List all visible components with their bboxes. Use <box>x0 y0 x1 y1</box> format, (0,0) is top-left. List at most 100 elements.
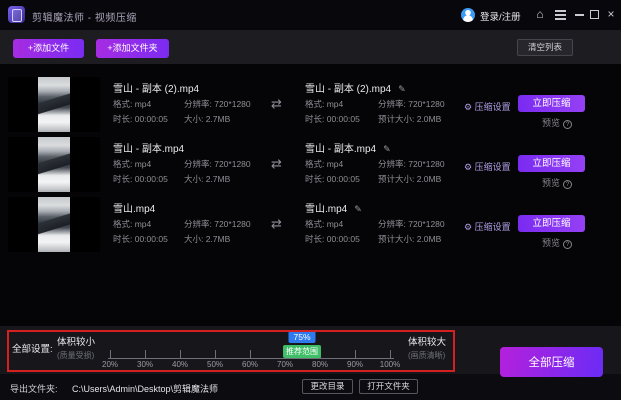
target-format: 格式: mp4 <box>305 158 343 170</box>
target-est-size: 预计大小: 2.0MB <box>378 113 441 125</box>
open-folder-button[interactable]: 打开文件夹 <box>359 379 418 394</box>
change-directory-button[interactable]: 更改目录 <box>302 379 353 394</box>
gear-icon: ⚙ <box>464 102 472 112</box>
target-duration: 时长: 00:00:05 <box>305 113 360 125</box>
recommended-range-badge[interactable]: 推荐范围 <box>283 345 321 358</box>
preview-link[interactable]: 预览? <box>542 236 572 249</box>
footer-bar: 导出文件夹: C:\Users\Admin\Desktop\剪辑魔法师 更改目录… <box>0 374 621 400</box>
target-resolution: 分辨率: 720*1280 <box>378 98 445 110</box>
swap-arrows-icon: ⇄ <box>271 156 282 172</box>
settings-label: 全部设置: <box>12 341 53 355</box>
tick-label: 60% <box>242 360 258 369</box>
add-folder-button[interactable]: +添加文件夹 <box>96 39 169 58</box>
preview-label: 预览 <box>542 238 560 248</box>
app-window: 剪辑魔法师 - 视频压缩 登录/注册 ⌂ × +添加文件 +添加文件夹 清空列表… <box>0 0 621 400</box>
target-duration: 时长: 00:00:05 <box>305 233 360 245</box>
tick-label: 70% <box>277 360 293 369</box>
source-size: 大小: 2.7MB <box>184 173 230 185</box>
slider-tick: 50% <box>215 350 216 358</box>
add-file-button[interactable]: +添加文件 <box>13 39 84 58</box>
preview-link[interactable]: 预览? <box>542 176 572 189</box>
video-thumbnail <box>8 77 100 132</box>
gear-icon: ⚙ <box>464 162 472 172</box>
target-filename-text: 雪山 - 副本.mp4 <box>305 144 376 155</box>
compress-now-button[interactable]: 立即压缩 <box>518 155 585 172</box>
compress-settings-link[interactable]: ⚙ 压缩设置 <box>464 220 511 233</box>
home-icon[interactable]: ⌂ <box>533 8 547 21</box>
source-resolution: 分辨率: 720*1280 <box>184 98 251 110</box>
toolbar: +添加文件 +添加文件夹 清空列表 <box>0 30 621 64</box>
tick-label: 50% <box>207 360 223 369</box>
source-format: 格式: mp4 <box>113 98 151 110</box>
source-duration: 时长: 00:00:05 <box>113 173 168 185</box>
target-format: 格式: mp4 <box>305 98 343 110</box>
target-est-size: 预计大小: 2.0MB <box>378 233 441 245</box>
file-row[interactable]: 雪山 - 副本.mp4 格式: mp4 分辨率: 720*1280 时长: 00… <box>0 135 621 195</box>
target-filename: 雪山 - 副本 (2).mp4 ✎ <box>305 80 406 95</box>
quality-loss-label: (质量受损) <box>57 350 95 361</box>
maximize-icon[interactable] <box>590 10 599 19</box>
source-resolution: 分辨率: 720*1280 <box>184 158 251 170</box>
app-logo-icon <box>8 6 25 23</box>
preview-link[interactable]: 预览? <box>542 116 572 129</box>
source-resolution: 分辨率: 720*1280 <box>184 218 251 230</box>
source-format: 格式: mp4 <box>113 158 151 170</box>
compress-settings-link[interactable]: ⚙ 压缩设置 <box>464 160 511 173</box>
slider-min-label: 体积较小 (质量受损) <box>57 334 95 361</box>
target-filename-text: 雪山 - 副本 (2).mp4 <box>305 84 391 95</box>
compress-now-button[interactable]: 立即压缩 <box>518 215 585 232</box>
edit-name-icon[interactable]: ✎ <box>383 144 391 154</box>
target-est-size: 预计大小: 2.0MB <box>378 173 441 185</box>
source-duration: 时长: 00:00:05 <box>113 233 168 245</box>
source-filename: 雪山.mp4 <box>113 200 155 215</box>
edit-name-icon[interactable]: ✎ <box>354 204 362 214</box>
tick-label: 90% <box>347 360 363 369</box>
menu-icon[interactable] <box>555 10 566 12</box>
compress-settings-label: 压缩设置 <box>475 102 511 112</box>
compress-all-button[interactable]: 全部压缩 <box>500 347 603 377</box>
login-register-link[interactable]: 登录/注册 <box>480 9 521 23</box>
source-duration: 时长: 00:00:05 <box>113 113 168 125</box>
preview-label: 预览 <box>542 118 560 128</box>
help-icon: ? <box>563 180 572 189</box>
clear-list-button[interactable]: 清空列表 <box>517 39 573 56</box>
tick-label: 30% <box>137 360 153 369</box>
video-thumbnail <box>8 197 100 252</box>
clear-quality-label: (画质清晰) <box>408 350 446 361</box>
file-row[interactable]: 雪山.mp4 格式: mp4 分辨率: 720*1280 时长: 00:00:0… <box>0 195 621 255</box>
target-format: 格式: mp4 <box>305 218 343 230</box>
source-format: 格式: mp4 <box>113 218 151 230</box>
tick-label: 100% <box>380 360 400 369</box>
slider-track[interactable] <box>108 358 394 359</box>
compress-now-button[interactable]: 立即压缩 <box>518 95 585 112</box>
target-duration: 时长: 00:00:05 <box>305 173 360 185</box>
mountain-thumbnail-image <box>38 197 70 252</box>
target-filename: 雪山.mp4 ✎ <box>305 200 362 215</box>
swap-arrows-icon: ⇄ <box>271 96 282 112</box>
user-avatar[interactable] <box>461 8 475 22</box>
edit-name-icon[interactable]: ✎ <box>398 84 406 94</box>
minimize-icon[interactable] <box>575 14 584 16</box>
help-icon: ? <box>563 240 572 249</box>
larger-size-label: 体积较大 <box>408 334 446 348</box>
source-size: 大小: 2.7MB <box>184 233 230 245</box>
target-filename: 雪山 - 副本.mp4 ✎ <box>305 140 391 155</box>
target-filename-text: 雪山.mp4 <box>305 204 347 215</box>
slider-tick: 40% <box>180 350 181 358</box>
window-title: 剪辑魔法师 - 视频压缩 <box>32 9 137 24</box>
tick-label: 80% <box>312 360 328 369</box>
export-folder-label: 导出文件夹: <box>10 382 58 395</box>
video-thumbnail <box>8 137 100 192</box>
smaller-size-label: 体积较小 <box>57 334 95 348</box>
close-icon[interactable]: × <box>604 8 618 21</box>
slider-tick: 90% <box>355 350 356 358</box>
slider-tick: 100% <box>390 350 391 358</box>
slider-tick: 30% <box>145 350 146 358</box>
preview-label: 预览 <box>542 178 560 188</box>
slider-max-label: 体积较大 (画质清晰) <box>408 334 446 361</box>
file-row[interactable]: 雪山 - 副本 (2).mp4 格式: mp4 分辨率: 720*1280 时长… <box>0 75 621 135</box>
target-resolution: 分辨率: 720*1280 <box>378 218 445 230</box>
compress-settings-link[interactable]: ⚙ 压缩设置 <box>464 100 511 113</box>
mountain-thumbnail-image <box>38 137 70 192</box>
compression-ratio-slider[interactable]: 20% 30% 40% 50% 60% 70% 80% 90% 100% 75%… <box>108 326 394 374</box>
